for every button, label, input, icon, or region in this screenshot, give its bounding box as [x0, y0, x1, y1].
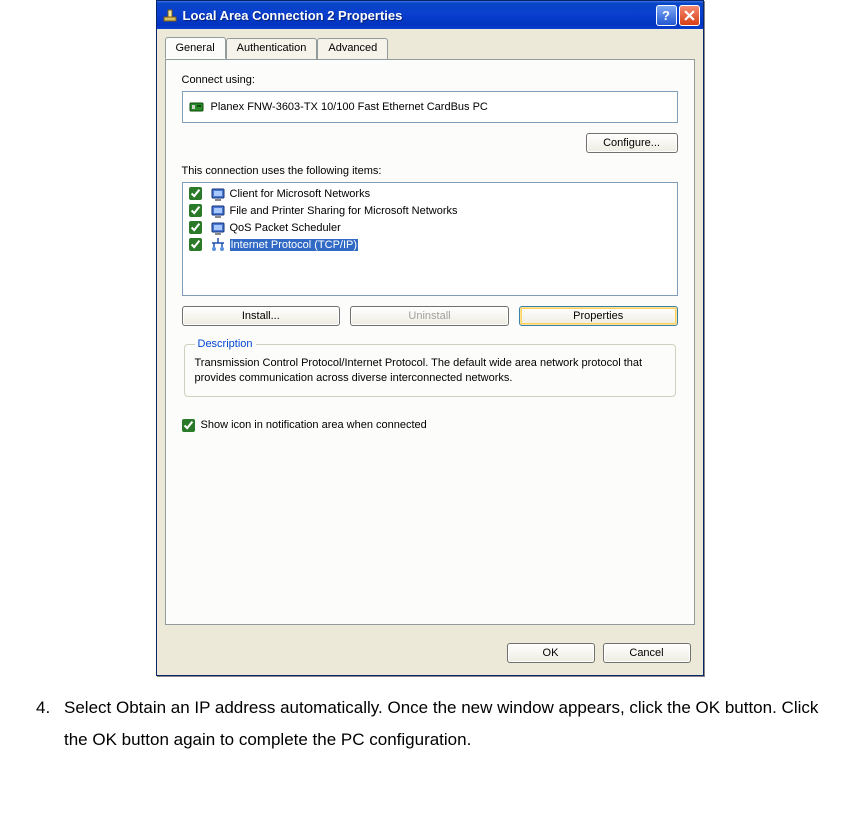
description-text: Transmission Control Protocol/Internet P…: [195, 356, 665, 386]
uninstall-button: Uninstall: [350, 306, 509, 326]
adapter-field[interactable]: Planex FNW-3603-TX 10/100 Fast Ethernet …: [182, 91, 678, 123]
item-checkbox[interactable]: [189, 221, 202, 234]
description-group: Description Transmission Control Protoco…: [184, 338, 676, 397]
cancel-button[interactable]: Cancel: [603, 643, 691, 663]
list-item[interactable]: QoS Packet Scheduler: [185, 219, 675, 236]
components-listbox[interactable]: Client for Microsoft Networks File and P…: [182, 182, 678, 296]
item-label: File and Printer Sharing for Microsoft N…: [230, 205, 458, 217]
list-item[interactable]: Internet Protocol (TCP/IP): [185, 236, 675, 253]
properties-dialog: Local Area Connection 2 Properties ? Gen…: [156, 0, 704, 676]
dialog-footer: OK Cancel: [157, 633, 703, 675]
item-label: QoS Packet Scheduler: [230, 222, 341, 234]
item-checkbox[interactable]: [189, 187, 202, 200]
tab-general[interactable]: General: [165, 37, 226, 59]
item-label: Internet Protocol (TCP/IP): [230, 239, 359, 251]
show-icon-label: Show icon in notification area when conn…: [201, 419, 427, 431]
adapter-name: Planex FNW-3603-TX 10/100 Fast Ethernet …: [211, 101, 488, 113]
qos-icon: [210, 220, 226, 236]
window-title: Local Area Connection 2 Properties: [183, 8, 656, 23]
list-item[interactable]: Client for Microsoft Networks: [185, 185, 675, 202]
instruction-number: 4.: [36, 692, 64, 757]
list-item[interactable]: File and Printer Sharing for Microsoft N…: [185, 202, 675, 219]
titlebar[interactable]: Local Area Connection 2 Properties ?: [157, 1, 703, 29]
connect-using-label: Connect using:: [182, 74, 678, 86]
network-card-icon: [189, 99, 205, 115]
tab-advanced[interactable]: Advanced: [317, 38, 388, 60]
window-icon: [162, 7, 178, 23]
client-icon: [210, 186, 226, 202]
tcpip-protocol-icon: [210, 237, 226, 253]
instruction-step: 4. Select Obtain an IP address automatic…: [30, 688, 829, 757]
properties-button[interactable]: Properties: [519, 306, 678, 326]
help-button[interactable]: ?: [656, 5, 677, 26]
item-label: Client for Microsoft Networks: [230, 188, 371, 200]
configure-button[interactable]: Configure...: [586, 133, 678, 153]
tabstrip: General Authentication Advanced: [157, 29, 703, 59]
instruction-text: Select Obtain an IP address automaticall…: [64, 692, 823, 757]
show-icon-checkbox[interactable]: [182, 419, 195, 432]
tab-panel-general: Connect using: Planex FNW-3603-TX 10/100…: [165, 59, 695, 625]
description-legend: Description: [195, 338, 256, 350]
install-button[interactable]: Install...: [182, 306, 341, 326]
tab-authentication[interactable]: Authentication: [226, 38, 318, 60]
close-button[interactable]: [679, 5, 700, 26]
items-label: This connection uses the following items…: [182, 165, 678, 177]
file-print-sharing-icon: [210, 203, 226, 219]
item-checkbox[interactable]: [189, 238, 202, 251]
item-checkbox[interactable]: [189, 204, 202, 217]
ok-button[interactable]: OK: [507, 643, 595, 663]
